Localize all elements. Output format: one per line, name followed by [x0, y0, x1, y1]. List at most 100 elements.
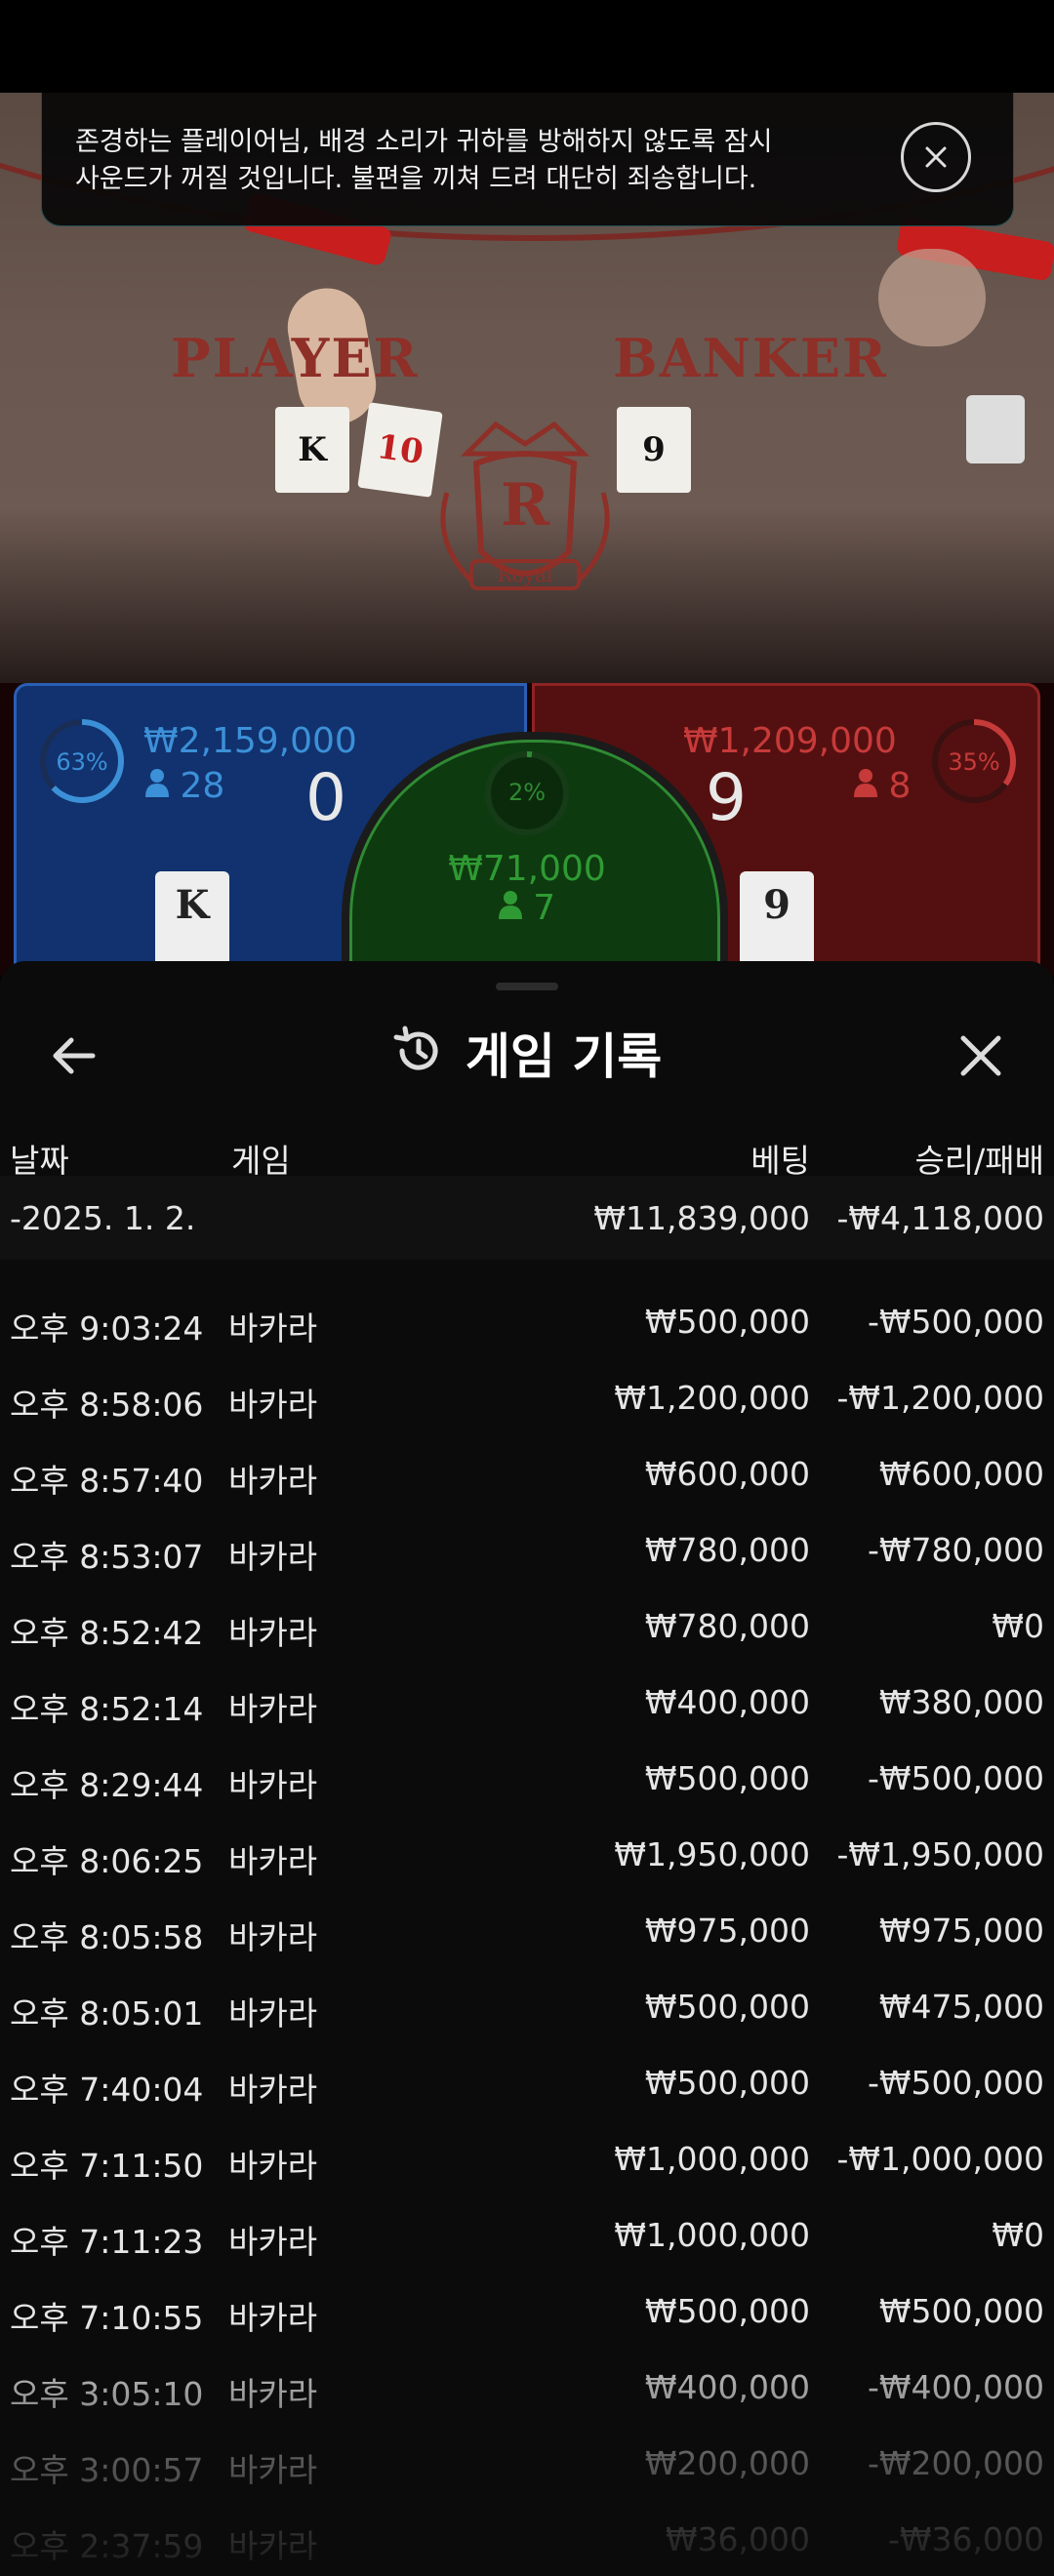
table-row[interactable]: 오후 2:37:59 바카라 ₩36,000 -₩36,000 — [0, 2501, 1054, 2576]
row-result: -₩1,200,000 — [836, 1379, 1045, 1417]
table-row[interactable]: 오후 8:53:07 바카라 ₩780,000 -₩780,000 — [0, 1511, 1054, 1588]
row-game: 바카라 — [228, 1386, 318, 1424]
row-bet: ₩500,000 — [644, 1759, 810, 1797]
row-bet: ₩400,000 — [644, 2368, 810, 2406]
banker-score: 9 — [706, 760, 747, 835]
row-result: ₩380,000 — [878, 1683, 1044, 1721]
table-row[interactable]: 오후 8:57:40 바카라 ₩600,000 ₩600,000 — [0, 1435, 1054, 1511]
row-result: -₩500,000 — [867, 1303, 1044, 1341]
tie-bettor-count: 7 — [533, 888, 556, 928]
row-time: 오후 7:11:23 — [10, 2223, 204, 2261]
table-row[interactable]: 오후 8:05:01 바카라 ₩500,000 ₩475,000 — [0, 1968, 1054, 2044]
row-result: ₩0 — [992, 1607, 1044, 1645]
row-result: -₩500,000 — [867, 1759, 1044, 1797]
date-group-total-bet: ₩11,839,000 — [593, 1199, 810, 1237]
row-bet: ₩200,000 — [644, 2444, 810, 2482]
column-header-result: 승리/패배 — [914, 1142, 1044, 1180]
user-icon — [145, 766, 180, 806]
row-time: 오후 8:58:06 — [10, 1386, 204, 1424]
table-row[interactable]: 오후 8:06:25 바카라 ₩1,950,000 -₩1,950,000 — [0, 1816, 1054, 1892]
row-game: 바카라 — [228, 1918, 318, 1956]
tie-bet-amount: ₩71,000 — [448, 849, 606, 889]
table-row[interactable]: 오후 8:52:14 바카라 ₩400,000 ₩380,000 — [0, 1664, 1054, 1740]
row-game: 바카라 — [228, 2451, 318, 2489]
player-count-wrap: 28 — [145, 766, 224, 806]
date-group-date: -2025. 1. 2. — [10, 1199, 196, 1237]
row-game: 바카라 — [228, 1994, 318, 2033]
row-time: 오후 3:05:10 — [10, 2375, 204, 2413]
row-bet: ₩500,000 — [644, 2064, 810, 2102]
banker-bet-amount: ₩1,209,000 — [683, 721, 897, 761]
date-group-row[interactable]: -2025. 1. 2. ₩11,839,000 -₩4,118,000 — [0, 1176, 1054, 1260]
table-row[interactable]: 오후 8:58:06 바카라 ₩1,200,000 -₩1,200,000 — [0, 1359, 1054, 1435]
table-row[interactable]: 오후 9:03:24 바카라 ₩500,000 -₩500,000 — [0, 1283, 1054, 1359]
row-time: 오후 7:40:04 — [10, 2071, 204, 2109]
row-bet: ₩36,000 — [665, 2520, 810, 2558]
row-game: 바카라 — [228, 2147, 318, 2185]
player-panel-card: K — [155, 871, 229, 969]
row-bet: ₩1,200,000 — [614, 1379, 810, 1417]
banker-bettor-count: 8 — [888, 766, 912, 806]
table-row[interactable]: 오후 7:11:23 바카라 ₩1,000,000 ₩0 — [0, 2196, 1054, 2273]
sheet-title: 게임 기록 — [0, 1018, 1054, 1088]
card-shoe — [966, 395, 1025, 463]
player-percent: 63% — [56, 748, 108, 776]
column-header-date: 날짜 — [10, 1142, 69, 1180]
sheet-title-text: 게임 기록 — [465, 1028, 663, 1085]
row-game: 바카라 — [228, 1766, 318, 1804]
row-game: 바카라 — [228, 1538, 318, 1576]
crest-text: Royal — [497, 563, 553, 586]
row-time: 오후 7:10:55 — [10, 2299, 204, 2337]
table-row[interactable]: 오후 7:10:55 바카라 ₩500,000 ₩500,000 — [0, 2273, 1054, 2349]
table-row[interactable]: 오후 7:40:04 바카라 ₩500,000 -₩500,000 — [0, 2044, 1054, 2120]
notice-line-2: 사운드가 꺼질 것입니다. 불편을 끼쳐 드려 대단히 죄송합니다. — [75, 164, 757, 194]
row-game: 바카라 — [228, 2223, 318, 2261]
table-row[interactable]: 오후 8:52:42 바카라 ₩780,000 ₩0 — [0, 1588, 1054, 1664]
row-result: ₩600,000 — [878, 1455, 1044, 1493]
column-header-game: 게임 — [231, 1142, 291, 1180]
row-result: ₩500,000 — [878, 2292, 1044, 2330]
royal-crest-logo: R Royal — [427, 415, 623, 620]
game-history-sheet: 게임 기록 날짜 게임 베팅 승리/패배 -2025. 1. 2. ₩11,83… — [0, 961, 1054, 2576]
sheet-drag-handle[interactable] — [496, 983, 558, 990]
table-row[interactable]: 오후 8:05:58 바카라 ₩975,000 ₩975,000 — [0, 1892, 1054, 1968]
row-result: -₩400,000 — [867, 2368, 1044, 2406]
date-group-total-result: -₩4,118,000 — [836, 1199, 1045, 1237]
row-result: -₩1,000,000 — [836, 2140, 1045, 2178]
row-result: -₩780,000 — [867, 1531, 1044, 1569]
row-result: -₩500,000 — [867, 2064, 1044, 2102]
table-row[interactable]: 오후 3:00:57 바카라 ₩200,000 -₩200,000 — [0, 2425, 1054, 2501]
row-game: 바카라 — [228, 1614, 318, 1652]
row-bet: ₩500,000 — [644, 1988, 810, 2026]
row-time: 오후 8:06:25 — [10, 1842, 204, 1880]
row-bet: ₩780,000 — [644, 1607, 810, 1645]
banker-panel-card: 9 — [740, 871, 814, 969]
player-zone-label: PLAYER — [171, 327, 420, 389]
row-bet: ₩500,000 — [644, 2292, 810, 2330]
row-result: -₩200,000 — [867, 2444, 1044, 2482]
history-icon — [392, 1026, 443, 1080]
row-bet: ₩975,000 — [644, 1912, 810, 1950]
row-time: 오후 7:11:50 — [10, 2147, 204, 2185]
row-time: 오후 8:52:14 — [10, 1690, 204, 1728]
sound-notice: 존경하는 플레이어님, 배경 소리가 귀하를 방해하지 않도록 잠시 사운드가 … — [41, 93, 1014, 226]
tie-percent: 2% — [507, 779, 547, 806]
table-row[interactable]: 오후 3:05:10 바카라 ₩400,000 -₩400,000 — [0, 2349, 1054, 2425]
status-bar — [0, 0, 1054, 93]
row-bet: ₩1,950,000 — [614, 1835, 810, 1873]
banker-count-wrap: 8 — [854, 766, 911, 806]
row-game: 바카라 — [228, 1690, 318, 1728]
table-row[interactable]: 오후 8:29:44 바카라 ₩500,000 -₩500,000 — [0, 1740, 1054, 1816]
row-result: ₩475,000 — [878, 1988, 1044, 2026]
table-row[interactable]: 오후 7:11:50 바카라 ₩1,000,000 -₩1,000,000 — [0, 2120, 1054, 2196]
crest-letter: R — [501, 471, 549, 540]
close-circle-icon[interactable] — [901, 122, 971, 192]
row-bet: ₩500,000 — [644, 1303, 810, 1341]
row-time: 오후 9:03:24 — [10, 1309, 204, 1348]
tie-count-wrap: 7 — [349, 888, 705, 928]
close-icon[interactable] — [947, 1022, 1015, 1090]
row-game: 바카라 — [228, 1842, 318, 1880]
betting-board: 63% ₩2,159,000 28 0 K ₩1,209,000 8 9 35%… — [0, 683, 1054, 1040]
sound-notice-text: 존경하는 플레이어님, 배경 소리가 귀하를 방해하지 않도록 잠시 사운드가 … — [75, 124, 875, 198]
row-bet: ₩400,000 — [644, 1683, 810, 1721]
